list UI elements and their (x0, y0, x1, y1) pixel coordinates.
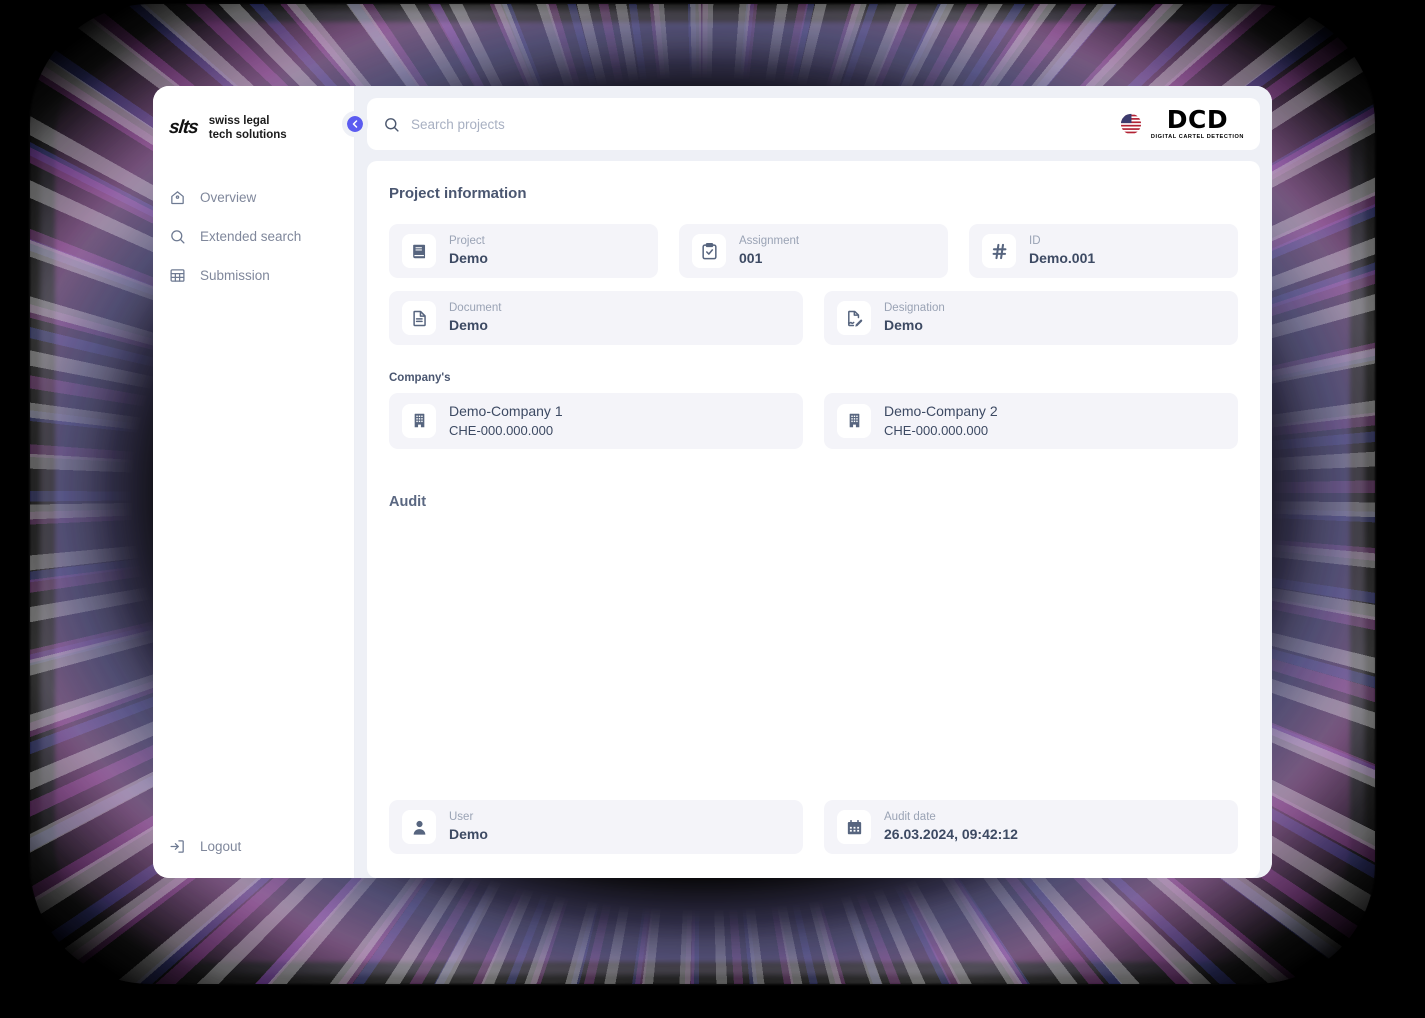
sidebar-item-label: Extended search (200, 229, 302, 244)
companies-row: Demo-Company 1 CHE-000.000.000 Demo-Comp… (389, 393, 1238, 449)
companies-label: Company's (389, 372, 451, 384)
company-number: CHE-000.000.000 (449, 422, 554, 438)
field-label: Assignment (739, 234, 800, 247)
sidebar-item-label: Overview (200, 190, 257, 205)
brand-line-1: swiss legal (208, 114, 270, 127)
sidebar-item-submission[interactable]: Submission (153, 258, 354, 293)
logout-label: Logout (200, 839, 242, 854)
hash-icon (982, 234, 1016, 268)
sidebar-item-overview[interactable]: Overview (153, 180, 354, 215)
user-icon (402, 810, 436, 844)
file-text-icon (402, 301, 436, 335)
page-title: Project information (389, 185, 527, 202)
us-flag-icon (1120, 113, 1142, 135)
field-id[interactable]: ID Demo.001 (969, 224, 1238, 278)
field-label: ID (1029, 234, 1041, 247)
field-label: User (449, 810, 474, 823)
field-user[interactable]: User Demo (389, 800, 803, 854)
field-text: User Demo (449, 810, 488, 844)
building-icon (414, 414, 424, 428)
field-text: Designation Demo (884, 301, 945, 335)
building-icon (849, 414, 859, 428)
company-text: Demo-Company 1 CHE-000.000.000 (449, 402, 563, 440)
clipboard-check-icon (692, 234, 726, 268)
field-value: Demo (449, 250, 488, 267)
search-input[interactable] (411, 116, 1109, 132)
hash-icon (992, 243, 1006, 259)
field-text: Document Demo (449, 301, 501, 335)
field-value: Demo (449, 826, 488, 843)
dcd-subtitle: DIGITAL CARTEL DETECTION (1150, 133, 1244, 140)
building-icon (837, 403, 871, 438)
chevron-left-icon (352, 120, 358, 128)
building-icon (402, 403, 436, 438)
field-text: ID Demo.001 (1029, 234, 1095, 268)
company-number: CHE-000.000.000 (884, 422, 989, 438)
field-text: Assignment 001 (739, 234, 799, 268)
field-designation[interactable]: Designation Demo (824, 291, 1238, 345)
field-value: Demo (884, 317, 923, 334)
app-window: slts swiss legal tech solutions Overview… (153, 86, 1272, 878)
field-assignment[interactable]: Assignment 001 (679, 224, 948, 278)
brand-line-2: tech solutions (208, 129, 287, 141)
company-card[interactable]: Demo-Company 2 CHE-000.000.000 (824, 393, 1238, 449)
dcd-logo: DCD DIGITAL CARTEL DETECTION (1120, 105, 1244, 140)
book-icon (402, 234, 436, 268)
signature-icon (847, 310, 862, 327)
field-document[interactable]: Document Demo (389, 291, 803, 345)
field-text: Audit date 26.03.2024, 09:42:12 (884, 810, 1018, 844)
field-value: 26.03.2024, 09:42:12 (884, 826, 1018, 843)
field-project[interactable]: Project Demo (389, 224, 658, 278)
sidebar-item-label: Submission (200, 268, 270, 283)
file-text-icon (412, 310, 426, 326)
brand-wordmark: swiss legal tech solutions (209, 114, 287, 143)
sidebar-collapse-button[interactable] (342, 111, 368, 137)
company-text: Demo-Company 2 CHE-000.000.000 (884, 402, 998, 440)
company-card[interactable]: Demo-Company 1 CHE-000.000.000 (389, 393, 803, 449)
sidebar-nav: Overview Extended search Submission (153, 180, 354, 293)
sidebar: slts swiss legal tech solutions Overview… (153, 86, 368, 878)
info-row-1: Project Demo Assignment 001 ID Demo.001 (389, 224, 1238, 278)
logout-icon (170, 840, 184, 853)
screen: slts swiss legal tech solutions Overview… (0, 0, 1425, 1018)
audit-empty-area (389, 510, 1238, 800)
field-label: Audit date (884, 810, 936, 823)
dcd-wordmark: DCD DIGITAL CARTEL DETECTION (1150, 105, 1244, 140)
field-label: Designation (884, 301, 945, 314)
logout-button[interactable]: Logout (153, 829, 354, 864)
project-information-panel: Project information Project Demo Assignm… (367, 161, 1260, 878)
home-icon (171, 191, 184, 205)
user-icon (413, 820, 425, 835)
search-icon (385, 117, 399, 132)
search-icon (171, 230, 185, 244)
field-value: Demo.001 (1029, 250, 1096, 267)
brand-logo: slts swiss legal tech solutions (153, 108, 354, 148)
topbar: DCD DIGITAL CARTEL DETECTION (367, 98, 1260, 150)
slts-logomark: slts (167, 117, 199, 138)
signature-icon (837, 301, 871, 335)
audit-heading: Audit (389, 493, 427, 510)
company-name: Demo-Company 1 (449, 403, 563, 419)
dcd-title: DCD (1166, 105, 1229, 135)
grid-icon (170, 269, 185, 282)
clipboard-check-icon (701, 242, 717, 259)
field-label: Document (449, 301, 502, 314)
sidebar-item-extended-search[interactable]: Extended search (153, 219, 354, 254)
audit-footer-row: User Demo Audit date 26.03.2024, 09:42:1… (389, 800, 1238, 854)
main-content: DCD DIGITAL CARTEL DETECTION Project inf… (355, 86, 1272, 878)
field-value: 001 (739, 250, 763, 267)
info-row-2: Document Demo Designation Demo (389, 291, 1238, 345)
company-name: Demo-Company 2 (884, 403, 998, 419)
calendar-icon (847, 819, 861, 834)
field-audit-date[interactable]: Audit date 26.03.2024, 09:42:12 (824, 800, 1238, 854)
book-icon (412, 244, 425, 258)
field-label: Project (449, 234, 485, 247)
field-value: Demo (449, 317, 488, 334)
calendar-icon (837, 810, 871, 844)
field-text: Project Demo (449, 234, 488, 268)
